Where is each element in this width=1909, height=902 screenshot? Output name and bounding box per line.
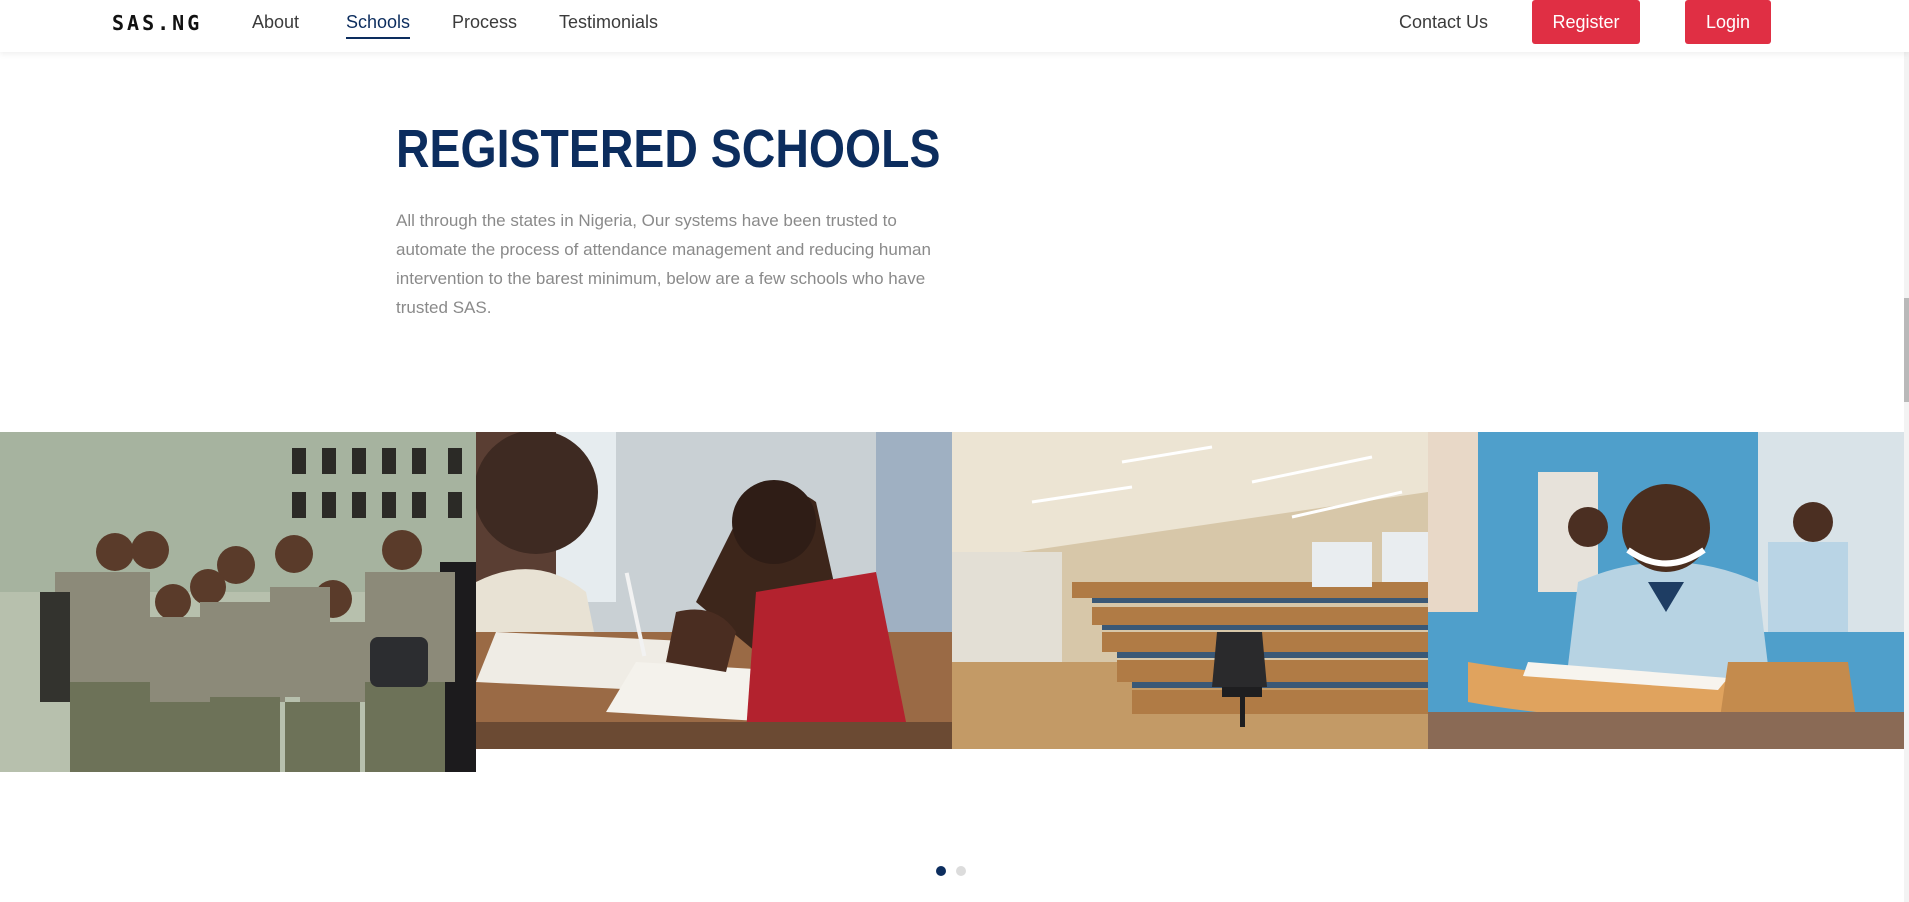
smiling-student-photo xyxy=(1428,432,1904,749)
page-scrollbar[interactable] xyxy=(1904,0,1909,902)
section-title: REGISTERED SCHOOLS xyxy=(396,119,941,179)
login-button[interactable]: Login xyxy=(1685,0,1771,44)
nav-link-process[interactable]: Process xyxy=(452,12,517,33)
nav-link-testimonials[interactable]: Testimonials xyxy=(559,12,658,33)
page: SAS.NG About Schools Process Testimonial… xyxy=(0,0,1909,902)
nav-link-schools[interactable]: Schools xyxy=(346,12,411,39)
students-writing-photo xyxy=(476,432,952,749)
scrollbar-thumb[interactable] xyxy=(1904,298,1909,402)
carousel-dot-2[interactable] xyxy=(956,866,966,876)
carousel-dot-1[interactable] xyxy=(936,866,946,876)
section-description: All through the states in Nigeria, Our s… xyxy=(396,211,931,317)
nav-link-about[interactable]: About xyxy=(252,12,299,33)
students-group-photo xyxy=(0,432,476,772)
brand-logo[interactable]: SAS.NG xyxy=(112,11,202,35)
register-button[interactable]: Register xyxy=(1532,0,1640,44)
school-photo-gallery xyxy=(0,432,1904,774)
lecture-hall-photo xyxy=(952,432,1428,749)
nav-link-contact-us[interactable]: Contact Us xyxy=(1399,12,1488,33)
top-navbar: SAS.NG About Schools Process Testimonial… xyxy=(0,0,1909,52)
